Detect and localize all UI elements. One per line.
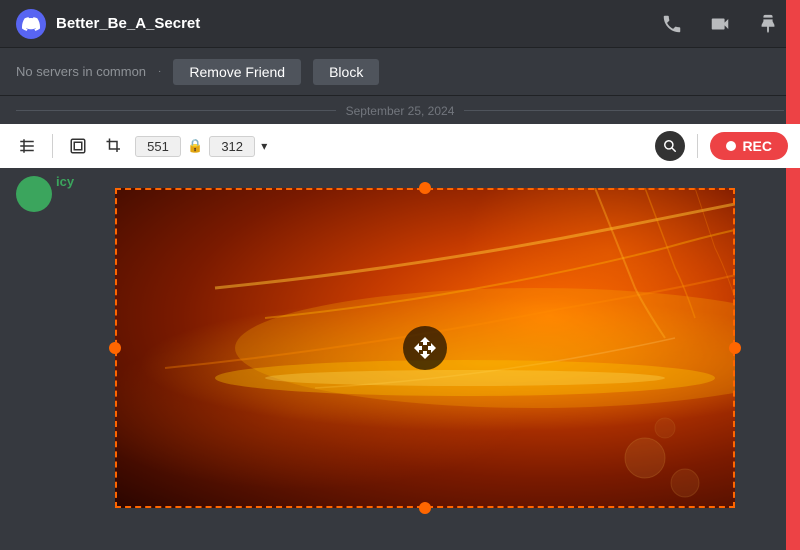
handle-right-center[interactable] bbox=[729, 342, 741, 354]
avatar bbox=[16, 176, 52, 212]
chevron-down-icon[interactable]: ▾ bbox=[261, 139, 267, 153]
app-logo bbox=[16, 9, 46, 39]
remove-friend-button[interactable]: Remove Friend bbox=[173, 59, 301, 85]
rec-label: REC bbox=[742, 138, 772, 154]
call-icon[interactable] bbox=[656, 8, 688, 40]
handle-left-center[interactable] bbox=[109, 342, 121, 354]
width-value[interactable]: 551 bbox=[135, 136, 181, 157]
date-text: September 25, 2024 bbox=[346, 104, 455, 118]
toolbar-left: 551 🔒 312 ▾ bbox=[12, 131, 267, 161]
message-username: icy bbox=[56, 174, 74, 189]
crop-icon[interactable] bbox=[99, 131, 129, 161]
video-icon[interactable] bbox=[704, 8, 736, 40]
username-title: Better_Be_A_Secret bbox=[56, 15, 646, 32]
capture-icon[interactable] bbox=[63, 131, 93, 161]
handle-bottom-center[interactable] bbox=[419, 502, 431, 514]
selection-container[interactable] bbox=[115, 188, 735, 508]
dot-separator: · bbox=[158, 66, 161, 77]
main-content: icy bbox=[0, 168, 800, 546]
date-separator: September 25, 2024 bbox=[0, 96, 800, 124]
no-servers-text: No servers in common bbox=[16, 64, 146, 79]
grid-tool-icon[interactable] bbox=[12, 131, 42, 161]
handle-top-center[interactable] bbox=[419, 182, 431, 194]
friends-bar: No servers in common · Remove Friend Blo… bbox=[0, 48, 800, 96]
title-bar-actions bbox=[656, 8, 784, 40]
rec-dot-icon bbox=[726, 141, 736, 151]
lock-icon: 🔒 bbox=[187, 138, 203, 154]
title-bar: Better_Be_A_Secret bbox=[0, 0, 800, 48]
block-button[interactable]: Block bbox=[313, 59, 379, 85]
rec-button[interactable]: REC bbox=[710, 132, 788, 160]
dimension-width: 551 bbox=[135, 136, 181, 157]
dimension-height: 312 bbox=[209, 136, 255, 157]
magnifier-icon[interactable] bbox=[655, 131, 685, 161]
screenshot-toolbar: 551 🔒 312 ▾ REC bbox=[0, 124, 800, 168]
right-sidebar-strip bbox=[786, 0, 800, 550]
move-icon[interactable] bbox=[403, 326, 447, 370]
toolbar-divider-2 bbox=[697, 134, 698, 158]
height-value[interactable]: 312 bbox=[209, 136, 255, 157]
pin-icon[interactable] bbox=[752, 8, 784, 40]
screenshot-wrapper bbox=[115, 188, 735, 508]
toolbar-divider-1 bbox=[52, 134, 53, 158]
